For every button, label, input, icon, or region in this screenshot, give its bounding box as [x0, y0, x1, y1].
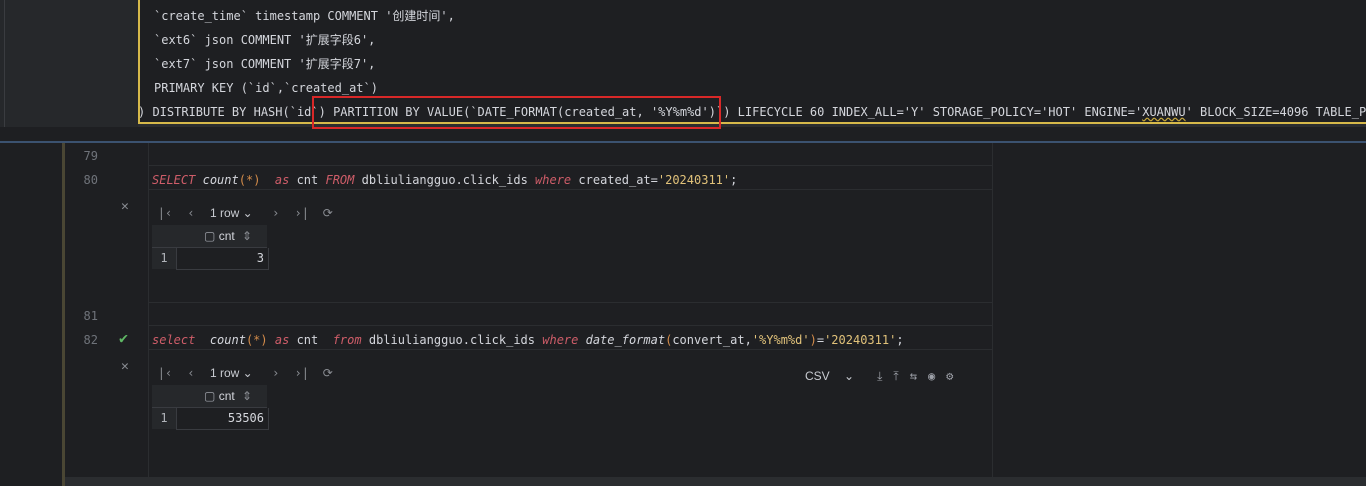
result-grid-2: ▢ cnt ⇕ 1 53506 [152, 385, 269, 430]
result-toolbar-2: |‹ ‹ 1 row ⌄ › ›| ⟳ [152, 362, 341, 384]
engine-warning-text: XUANWU [1142, 105, 1186, 119]
line-number: 80 [83, 173, 98, 187]
close-icon[interactable]: ✕ [121, 359, 129, 374]
column-header-cnt[interactable]: ▢ cnt ⇕ [176, 225, 267, 248]
result-right-tools: CSV ⌄ ⤓ ⤒ ⇆ ◉ ⚙ [805, 365, 964, 387]
upload-icon[interactable]: ⤒ [893, 369, 898, 384]
check-icon: ✔ [119, 329, 129, 347]
row-separator [149, 302, 992, 303]
first-page-icon[interactable]: |‹ [152, 366, 178, 380]
download-icon[interactable]: ⤓ [877, 369, 882, 384]
next-page-icon[interactable]: › [263, 206, 289, 220]
first-page-icon[interactable]: |‹ [152, 206, 178, 220]
ddl-line: `ext7` json COMMENT '扩展字段7', [154, 57, 376, 71]
right-margin-line [992, 143, 993, 486]
result-cell[interactable]: 53506 [176, 408, 269, 430]
csv-format-dropdown[interactable]: CSV ⌄ [805, 369, 854, 383]
row-number: 1 [152, 248, 176, 269]
refresh-icon[interactable]: ⟳ [315, 206, 341, 220]
compare-icon[interactable]: ⇆ [910, 369, 917, 383]
partition-highlight-box [312, 96, 721, 129]
row-number-header [152, 225, 176, 248]
ddl-line: `ext6` json COMMENT '扩展字段6', [154, 33, 376, 47]
line-number: 81 [83, 309, 98, 323]
refresh-icon[interactable]: ⟳ [315, 366, 341, 380]
prev-page-icon[interactable]: ‹ [178, 366, 204, 380]
close-icon[interactable]: ✕ [121, 199, 129, 214]
row-number: 1 [152, 408, 176, 429]
query-line-80[interactable]: SELECT count(*) as cnt FROM dbliulianggu… [152, 170, 737, 190]
rows-dropdown[interactable]: 1 row ⌄ [210, 366, 253, 380]
result-grid-1: ▢ cnt ⇕ 1 3 [152, 225, 269, 270]
last-page-icon[interactable]: ›| [289, 206, 315, 220]
row-separator [149, 325, 992, 326]
line-number: 79 [83, 149, 98, 163]
line-number: 82 [83, 333, 98, 347]
column-header-cnt[interactable]: ▢ cnt ⇕ [176, 385, 267, 408]
gutter-separator [148, 143, 149, 486]
next-page-icon[interactable]: › [263, 366, 289, 380]
result-toolbar-1: |‹ ‹ 1 row ⌄ › ›| ⟳ [152, 202, 341, 224]
ddl-gutter [0, 0, 138, 127]
row-number-header [152, 385, 176, 408]
query-line-82[interactable]: select count(*) as cnt from dbliulianggu… [152, 330, 904, 350]
ddl-line: PRIMARY KEY (`id`,`created_at`) [154, 81, 378, 95]
sql-editor[interactable]: 79 80 SELECT count(*) as cnt FROM dbliul… [0, 143, 1366, 486]
row-separator [149, 189, 992, 190]
gear-icon[interactable]: ⚙ [946, 369, 953, 383]
row-separator [149, 165, 992, 166]
horizontal-scrollbar[interactable] [65, 477, 1366, 486]
eye-icon[interactable]: ◉ [928, 369, 935, 383]
rows-dropdown[interactable]: 1 row ⌄ [210, 206, 253, 220]
ddl-line: `create_time` timestamp COMMENT '创建时间', [154, 9, 455, 23]
prev-page-icon[interactable]: ‹ [178, 206, 204, 220]
result-cell[interactable]: 3 [176, 248, 269, 270]
row-separator [149, 349, 992, 350]
last-page-icon[interactable]: ›| [289, 366, 315, 380]
